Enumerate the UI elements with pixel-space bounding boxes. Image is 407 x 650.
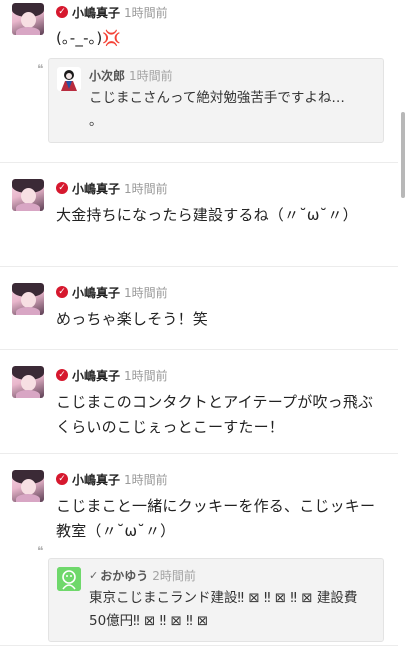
- author-name[interactable]: 小嶋真子: [72, 4, 120, 21]
- avatar[interactable]: [12, 470, 44, 502]
- quoted-comment[interactable]: 小次郎 1時間前 こじまこさんって絶対勉強苦手ですよね… 。: [48, 58, 384, 143]
- author-name[interactable]: 小嶋真子: [72, 367, 120, 384]
- avatar[interactable]: [12, 283, 44, 315]
- quote-icon: ❝: [37, 544, 44, 558]
- verified-icon: ✓: [56, 6, 68, 18]
- comment-item: ✓ 小嶋真子 1時間前 めっちゃ楽しそう！笑: [0, 267, 398, 350]
- comment-item: ✓ 小嶋真子 1時間前 こじまこと一緒にクッキーを作る、こじッキー教室（〃˘ω˘…: [0, 454, 398, 646]
- timestamp: 1時間前: [124, 368, 168, 383]
- timestamp: 1時間前: [124, 181, 168, 196]
- check-icon: ✓: [89, 568, 99, 582]
- comment-text: (｡-_-｡)💢: [56, 29, 122, 47]
- avatar[interactable]: [57, 567, 81, 591]
- timestamp: 1時間前: [129, 68, 173, 83]
- verified-icon: ✓: [56, 473, 68, 485]
- timestamp: 1時間前: [124, 5, 168, 20]
- verified-icon: ✓: [56, 286, 68, 298]
- author-name[interactable]: 小嶋真子: [72, 471, 120, 488]
- comment-feed: ✓ 小嶋真子 1時間前 (｡-_-｡)💢 ❝ 小次郎 1時間前 こじまこさんって…: [0, 0, 398, 646]
- quoted-comment[interactable]: ✓ おかゆう 2時間前 東京こじまこランド建設‼︎ ⊠ ‼︎ ⊠ ‼︎ ⊠ 建設…: [48, 558, 384, 642]
- timestamp: 1時間前: [124, 472, 168, 487]
- comment-item: ✓ 小嶋真子 1時間前 (｡-_-｡)💢 ❝ 小次郎 1時間前 こじまこさんって…: [0, 0, 398, 163]
- author-name[interactable]: 小嶋真子: [72, 284, 120, 301]
- comment-text: こじまこと一緒にクッキーを作る、こじッキー教室（〃˘ω˘〃）: [56, 497, 376, 540]
- avatar[interactable]: [12, 179, 44, 211]
- comment-text: こじまこのコンタクトとアイテープが吹っ飛ぶくらいのこじぇっとこーすたー！: [56, 393, 374, 436]
- avatar[interactable]: [12, 366, 44, 398]
- timestamp: 2時間前: [152, 568, 196, 583]
- comment-item: ✓ 小嶋真子 1時間前 こじまこのコンタクトとアイテープが吹っ飛ぶくらいのこじぇ…: [0, 350, 398, 454]
- verified-icon: ✓: [56, 369, 68, 381]
- author-name[interactable]: 小次郎: [89, 67, 125, 84]
- quote-icon: ❝: [37, 62, 44, 76]
- comment-text: めっちゃ楽しそう！笑: [56, 310, 209, 328]
- timestamp: 1時間前: [124, 285, 168, 300]
- quote-text: 東京こじまこランド建設‼︎ ⊠ ‼︎ ⊠ ‼︎ ⊠ 建設費50億円‼︎ ⊠ ‼︎…: [89, 590, 358, 629]
- quote-text: こじまこさんって絶対勉強苦手ですよね… 。: [89, 90, 345, 129]
- comment-text: 大金持ちになったら建設するね（〃˘ω˘〃）: [56, 206, 358, 224]
- avatar[interactable]: [57, 67, 81, 91]
- scrollbar[interactable]: [401, 112, 405, 198]
- comment-item: ✓ 小嶋真子 1時間前 大金持ちになったら建設するね（〃˘ω˘〃）: [0, 163, 398, 267]
- avatar[interactable]: [12, 3, 44, 35]
- author-name[interactable]: おかゆう: [100, 567, 148, 584]
- verified-icon: ✓: [56, 182, 68, 194]
- author-name[interactable]: 小嶋真子: [72, 180, 120, 197]
